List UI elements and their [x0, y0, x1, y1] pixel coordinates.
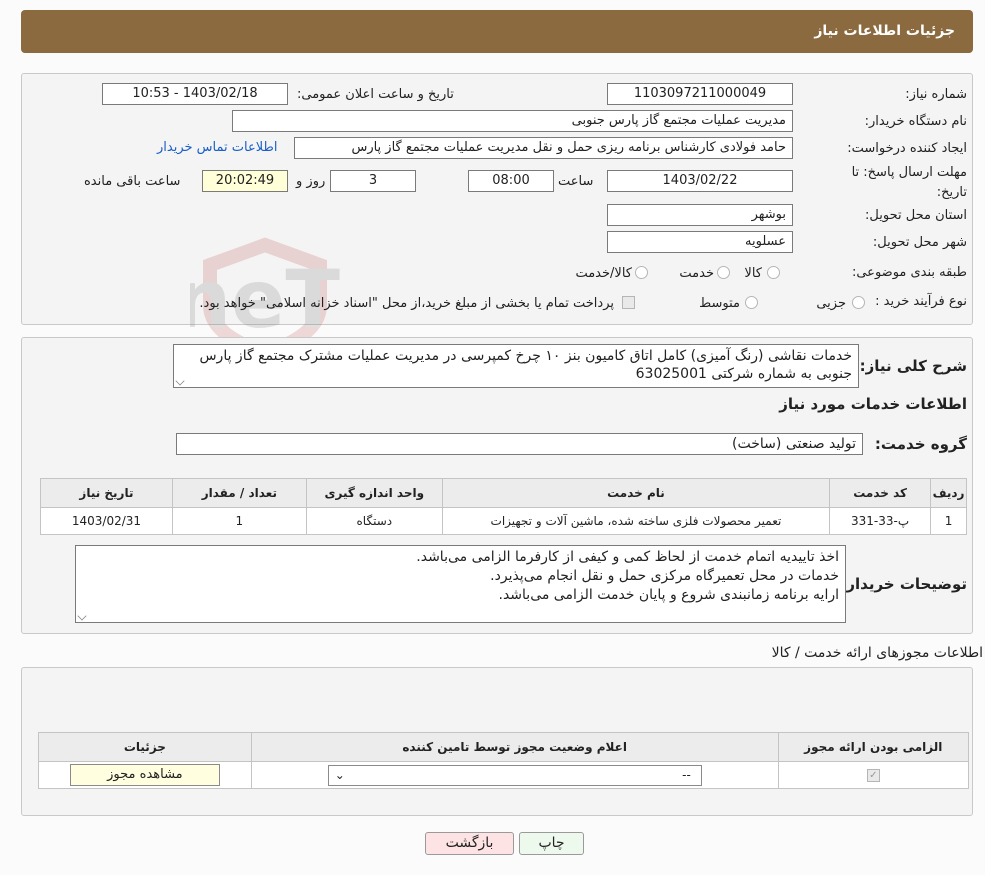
description-textarea[interactable]: خدمات نقاشی (رنگ آمیزی) کامل اتاق کامیون… — [173, 344, 859, 388]
services-table: ردیف کد خدمت نام خدمت واحد اندازه گیری ت… — [40, 478, 967, 535]
col-qty-header: تعداد / مقدار — [171, 478, 307, 508]
permits-section-title: اطلاعات مجوزهای ارائه خدمت / کالا — [771, 645, 983, 661]
province-label: استان محل تحویل: — [865, 208, 967, 223]
days-remaining-field[interactable]: 3 — [330, 170, 416, 192]
category-goods-service-label: کالا/خدمت — [575, 266, 632, 281]
cell-name: تعمیر محصولات فلزی ساخته شده، ماشین آلات… — [441, 507, 831, 535]
need-number-label: شماره نیاز: — [905, 87, 967, 102]
print-button[interactable]: چاپ — [519, 832, 584, 855]
creator-label: ایجاد کننده درخواست: — [847, 141, 967, 156]
col-permit-required-header: الزامی بودن ارائه مجوز — [777, 732, 970, 762]
process-minor-label: جزیی — [816, 296, 846, 311]
cell-permit-status: -- ⌄ — [250, 761, 779, 789]
deadline-label: مهلت ارسال پاسخ: تا تاریخ: — [851, 165, 967, 200]
buyer-contact-link[interactable]: اطلاعات تماس خریدار — [157, 137, 277, 159]
description-label: شرح کلی نیاز: — [859, 357, 967, 375]
cell-code: پ-33-331 — [829, 507, 932, 535]
col-unit-header: واحد اندازه گیری — [305, 478, 443, 508]
service-group-label: گروه خدمت: — [874, 435, 967, 453]
buyer-note-line: خدمات در محل تعمیرگاه مرکزی حمل و نقل ان… — [490, 568, 839, 584]
process-medium-radio[interactable] — [745, 296, 758, 309]
treasury-payment-note: پرداخت تمام یا بخشی از مبلغ خرید،از محل … — [199, 296, 614, 311]
category-service-label: خدمت — [679, 266, 714, 281]
province-field[interactable]: بوشهر — [607, 204, 793, 226]
deadline-date-field[interactable]: 1403/02/22 — [607, 170, 793, 192]
process-medium-label: متوسط — [699, 296, 740, 311]
deadline-time-label: ساعت — [558, 174, 594, 189]
services-section-title: اطلاعات خدمات مورد نیاز — [779, 395, 967, 413]
service-group-field[interactable]: تولید صنعتی (ساخت) — [176, 433, 863, 455]
services-table-header: ردیف کد خدمت نام خدمت واحد اندازه گیری ت… — [40, 478, 967, 508]
buyer-note-line: اخذ تاییدیه اتمام خدمت از لحاظ کمی و کیف… — [416, 549, 839, 565]
permit-status-value: -- — [682, 767, 691, 782]
buyer-notes-label: توضیحات خریدار: — [840, 575, 967, 593]
announce-datetime-field[interactable]: 1403/02/18 - 10:53 — [102, 83, 288, 105]
days-label: روز و — [296, 174, 326, 189]
col-code-header: کد خدمت — [829, 478, 932, 508]
resize-handle-icon[interactable] — [175, 376, 185, 386]
table-row: 1 پ-33-331 تعمیر محصولات فلزی ساخته شده،… — [40, 507, 967, 535]
permit-required-checkbox[interactable]: ✓ — [866, 769, 880, 782]
treasury-payment-checkbox[interactable] — [622, 296, 635, 309]
category-goods-service-radio[interactable] — [635, 266, 648, 279]
category-goods-radio[interactable] — [767, 266, 780, 279]
resize-handle-icon[interactable] — [77, 611, 87, 621]
col-permit-status-header: اعلام وضعیت مجوز توسط تامین کننده — [250, 732, 779, 762]
cell-row: 1 — [930, 507, 967, 535]
cell-qty: 1 — [171, 507, 307, 535]
description-text: خدمات نقاشی (رنگ آمیزی) کامل اتاق کامیون… — [199, 348, 852, 382]
buyer-note-line: ارایه برنامه زمانبندی شروع و پایان خدمت … — [498, 587, 840, 603]
permits-table-header: الزامی بودن ارائه مجوز اعلام وضعیت مجوز … — [38, 732, 970, 762]
creator-field[interactable]: حامد فولادی کارشناس برنامه ریزی حمل و نق… — [294, 137, 793, 159]
process-minor-radio[interactable] — [852, 296, 865, 309]
category-service-radio[interactable] — [717, 266, 730, 279]
deadline-time-field[interactable]: 08:00 — [468, 170, 554, 192]
col-row-header: ردیف — [930, 478, 967, 508]
back-button[interactable]: بازگشت — [425, 832, 514, 855]
category-label: طبقه بندی موضوعی: — [851, 265, 967, 280]
col-date-header: تاریخ نیاز — [40, 478, 173, 508]
cell-unit: دستگاه — [305, 507, 443, 535]
city-field[interactable]: عسلویه — [607, 231, 793, 253]
page-title: جزئیات اطلاعات نیاز — [814, 23, 955, 39]
col-permit-details-header: جزئیات — [38, 732, 252, 762]
announce-label: تاریخ و ساعت اعلان عمومی: — [297, 87, 454, 102]
permit-status-select[interactable]: -- ⌄ — [327, 764, 702, 786]
city-label: شهر محل تحویل: — [872, 235, 967, 250]
cell-permit-details: مشاهده مجوز — [38, 761, 252, 789]
permits-table: الزامی بودن ارائه مجوز اعلام وضعیت مجوز … — [38, 732, 970, 789]
cell-date: 1403/02/31 — [40, 507, 173, 535]
page-header: جزئیات اطلاعات نیاز — [21, 10, 973, 53]
view-permit-button[interactable]: مشاهده مجوز — [69, 764, 220, 786]
table-row: ✓ -- ⌄ مشاهده مجوز — [38, 761, 970, 789]
col-name-header: نام خدمت — [441, 478, 831, 508]
remaining-time-label: ساعت باقی مانده — [84, 174, 181, 189]
chevron-down-icon: ⌄ — [334, 767, 345, 782]
buyer-org-field[interactable]: مدیریت عملیات مجتمع گاز پارس جنوبی — [232, 110, 793, 132]
buyer-notes-textarea[interactable]: اخذ تاییدیه اتمام خدمت از لحاظ کمی و کیف… — [75, 545, 846, 623]
cell-permit-required: ✓ — [777, 761, 970, 789]
remaining-time-field[interactable]: 20:02:49 — [202, 170, 288, 192]
buyer-org-label: نام دستگاه خریدار: — [864, 114, 967, 129]
process-label: نوع فرآیند خرید : — [875, 294, 967, 309]
need-number-field[interactable]: 1103097211000049 — [607, 83, 793, 105]
